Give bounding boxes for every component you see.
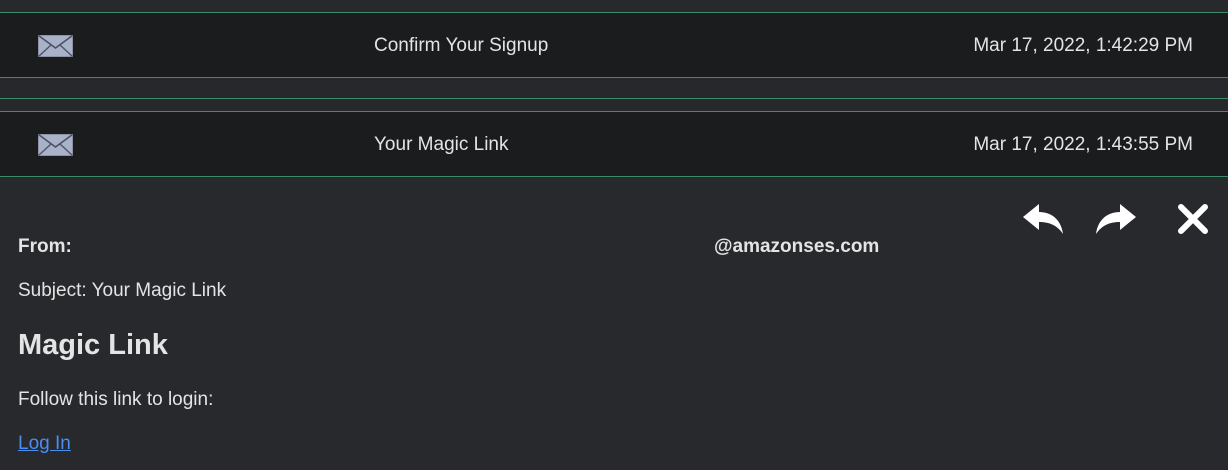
mail-row-confirm-signup[interactable]: Confirm Your Signup Mar 17, 2022, 1:42:2…: [0, 13, 1228, 78]
list-top-strip: [0, 0, 1228, 13]
close-icon: [1178, 204, 1208, 234]
list-divider: [0, 78, 1228, 99]
envelope-icon: [38, 134, 73, 156]
message-detail-pane: From: @amazonses.com Subject: Your Magic…: [0, 178, 1228, 470]
login-link[interactable]: Log In: [18, 433, 71, 455]
reply-icon: [1023, 204, 1063, 234]
message-body-text: Follow this link to login:: [18, 389, 214, 410]
mail-row-date: Mar 17, 2022, 1:43:55 PM: [973, 134, 1193, 155]
message-subject: Subject: Your Magic Link: [18, 280, 227, 301]
close-button[interactable]: [1172, 202, 1214, 236]
from-label: From:: [18, 236, 72, 257]
mail-row-magic-link[interactable]: Your Magic Link Mar 17, 2022, 1:43:55 PM: [0, 112, 1228, 177]
mail-row-subject: Confirm Your Signup: [374, 35, 549, 56]
list-divider: [0, 99, 1228, 112]
from-address: @amazonses.com: [714, 236, 880, 257]
envelope-icon: [38, 35, 73, 57]
forward-icon: [1096, 204, 1136, 234]
reply-button[interactable]: [1021, 202, 1065, 236]
forward-button[interactable]: [1094, 202, 1138, 236]
mail-row-subject: Your Magic Link: [374, 134, 509, 155]
message-heading: Magic Link: [18, 329, 168, 361]
mail-row-date: Mar 17, 2022, 1:42:29 PM: [973, 35, 1193, 56]
